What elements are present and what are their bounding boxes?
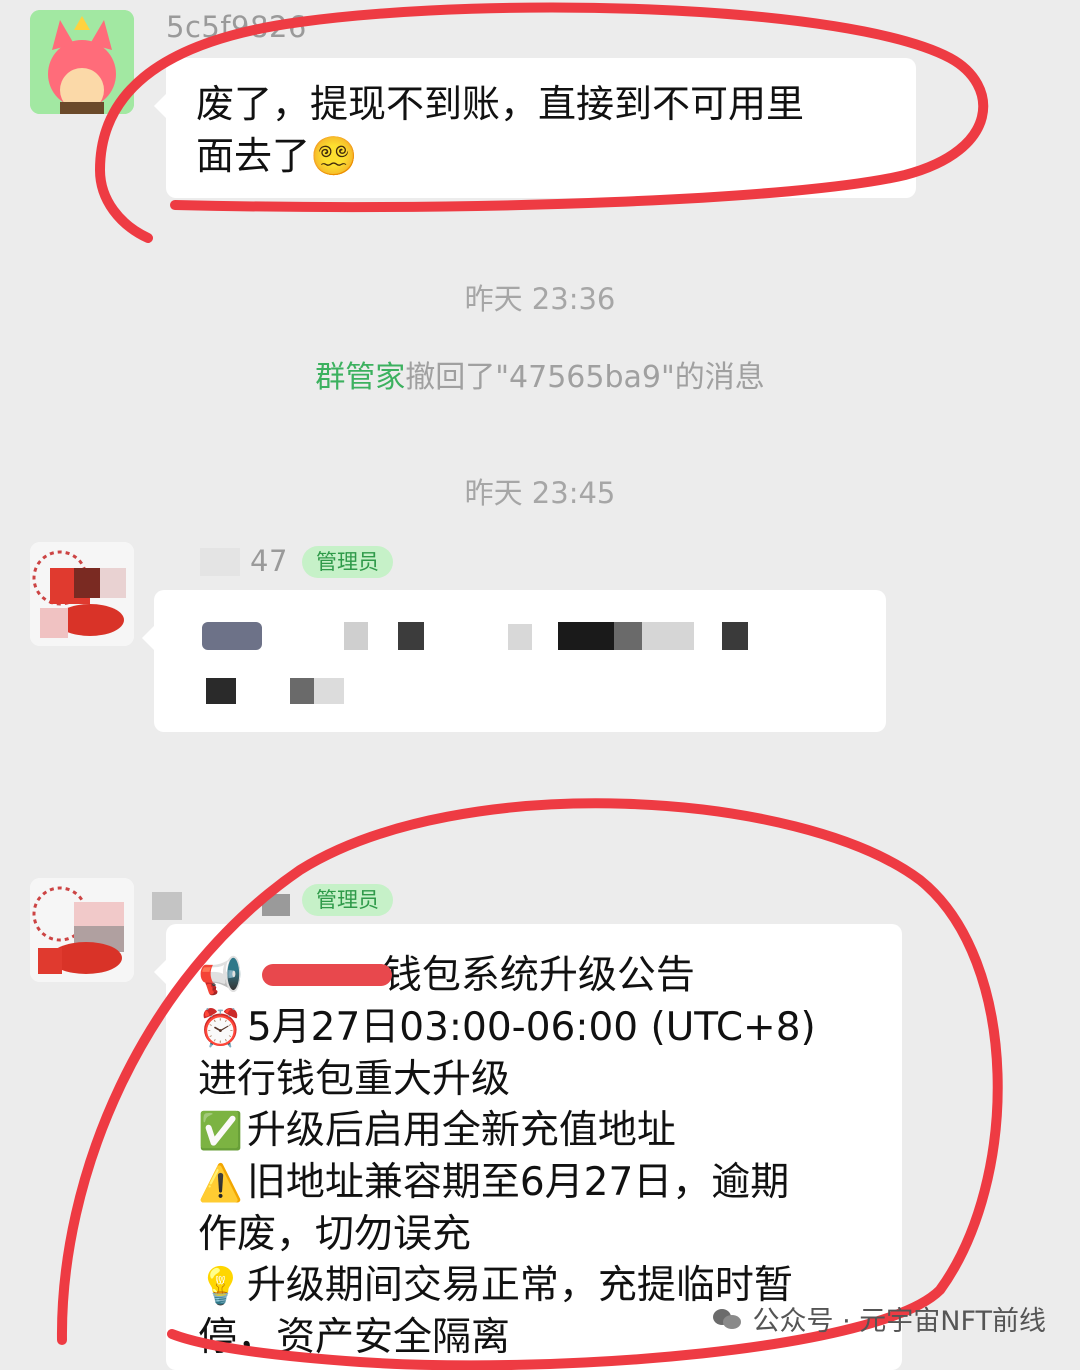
megaphone-icon: 📢 bbox=[198, 956, 243, 997]
message-bubble-1[interactable]: 废了，提现不到账，直接到不可用里 面去了😵‍💫 bbox=[154, 58, 916, 198]
redaction-stroke bbox=[262, 964, 392, 986]
message-text-line: 面去了😵‍💫 bbox=[196, 134, 358, 178]
system-notice-text: 撤回了"47565ba9"的消息 bbox=[405, 360, 765, 395]
timestamp: 昨天 23:36 bbox=[464, 282, 616, 316]
timestamp: 昨天 23:45 bbox=[464, 476, 616, 510]
redacted-block bbox=[262, 894, 290, 916]
redacted-block bbox=[202, 622, 262, 650]
redacted-block bbox=[290, 678, 314, 704]
admin-badge: 管理员 bbox=[302, 546, 393, 578]
avatar-user-2[interactable] bbox=[30, 542, 134, 646]
avatar-user-3[interactable] bbox=[30, 878, 134, 982]
announcement-line: 作废，切勿误充 bbox=[198, 1212, 472, 1257]
redacted-block bbox=[200, 548, 240, 576]
message-bubble-2[interactable] bbox=[142, 590, 886, 732]
announcement-line: 进行钱包重大升级 bbox=[198, 1057, 511, 1102]
announcement-line: ⏰ 5月27日03:00-06:00 (UTC+8) bbox=[198, 1005, 816, 1050]
light-bulb-icon: 💡 bbox=[198, 1266, 243, 1307]
crab-avatar-icon bbox=[30, 878, 134, 982]
system-actor-name[interactable]: 群管家 bbox=[315, 360, 405, 395]
redacted-block bbox=[614, 622, 642, 650]
redacted-block bbox=[558, 622, 614, 650]
redacted-block bbox=[314, 678, 344, 704]
crab-avatar-icon bbox=[30, 542, 134, 646]
alarm-clock-icon: ⏰ bbox=[198, 1008, 243, 1049]
redacted-block bbox=[722, 622, 748, 650]
cat-avatar-icon bbox=[30, 10, 134, 114]
redacted-block bbox=[206, 678, 236, 704]
watermark-text: 公众号 · 元宇宙NFT前线 bbox=[752, 1306, 1047, 1337]
announcement-line: ⚠️ 旧地址兼容期至6月27日，逾期 bbox=[198, 1160, 790, 1205]
wechat-icon bbox=[712, 1307, 743, 1331]
admin-badge: 管理员 bbox=[302, 884, 393, 916]
check-mark-icon: ✅ bbox=[198, 1111, 243, 1152]
avatar-user-1[interactable] bbox=[30, 10, 134, 114]
redacted-block bbox=[398, 622, 424, 650]
sender-name: 47 bbox=[250, 544, 288, 578]
redacted-block bbox=[344, 622, 368, 650]
redacted-block bbox=[508, 624, 532, 650]
message-text-line: 废了，提现不到账，直接到不可用里 bbox=[196, 82, 805, 126]
redacted-block bbox=[642, 622, 694, 650]
sender-name: 5c5f9826 bbox=[166, 10, 307, 44]
announcement-line: ✅ 升级后启用全新充值地址 bbox=[198, 1108, 676, 1153]
warning-icon: ⚠️ bbox=[198, 1163, 243, 1204]
system-recall-notice: 群管家撤回了"47565ba9"的消息 bbox=[0, 352, 1080, 396]
redacted-block bbox=[152, 892, 182, 920]
watermark: 公众号 · 元宇宙NFT前线 bbox=[712, 1299, 1047, 1338]
